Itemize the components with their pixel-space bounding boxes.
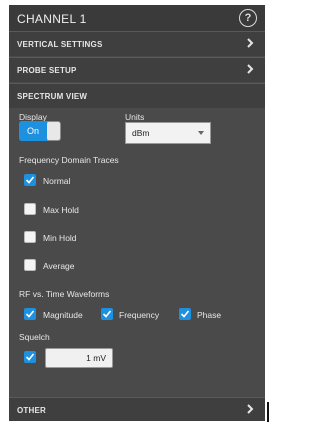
chevron-right-icon	[247, 38, 254, 48]
section-label: PROBE SETUP	[17, 66, 77, 75]
check-icon	[102, 310, 112, 318]
units-select[interactable]: dBm	[125, 122, 211, 144]
panel-title: CHANNEL 1	[17, 12, 87, 26]
frequency-label: Frequency	[119, 310, 160, 320]
check-icon	[25, 353, 35, 361]
average-checkbox[interactable]	[24, 259, 36, 271]
max-hold-checkbox[interactable]	[24, 203, 36, 215]
magnitude-label: Magnitude	[43, 310, 83, 320]
panel-title-bar: CHANNEL 1 ?	[9, 5, 265, 31]
toggle-knob	[47, 122, 60, 140]
text-cursor-bar	[267, 402, 269, 422]
phase-label: Phase	[197, 310, 222, 320]
normal-label: Normal	[43, 176, 71, 186]
frequency-domain-heading: Frequency Domain Traces	[19, 155, 119, 165]
section-spectrum-view[interactable]: SPECTRUM VIEW	[9, 83, 265, 108]
min-hold-checkbox[interactable]	[24, 231, 36, 243]
section-label: VERTICAL SETTINGS	[17, 40, 103, 49]
check-icon	[180, 310, 190, 318]
chevron-right-icon	[247, 404, 254, 414]
min-hold-label: Min Hold	[43, 233, 77, 243]
help-icon[interactable]: ?	[239, 9, 257, 27]
max-hold-label: Max Hold	[43, 205, 79, 215]
section-label: OTHER	[17, 406, 46, 415]
squelch-threshold-input[interactable]: 1 mV	[45, 348, 113, 368]
check-icon	[25, 176, 35, 184]
normal-checkbox[interactable]	[24, 174, 36, 186]
channel-settings-panel: CHANNEL 1 ? VERTICAL SETTINGS PROBE SETU…	[9, 5, 265, 421]
section-vertical-settings[interactable]: VERTICAL SETTINGS	[9, 31, 265, 56]
magnitude-checkbox[interactable]	[24, 308, 36, 320]
squelch-value: 1 mV	[86, 353, 106, 363]
chevron-down-icon	[198, 131, 204, 135]
display-toggle-state: On	[19, 121, 47, 141]
section-probe-setup[interactable]: PROBE SETUP	[9, 57, 265, 82]
squelch-checkbox[interactable]	[24, 351, 36, 363]
section-other[interactable]: OTHER	[9, 397, 265, 421]
average-label: Average	[43, 261, 75, 271]
phase-checkbox[interactable]	[179, 308, 191, 320]
units-value: dBm	[132, 128, 150, 138]
squelch-label: Squelch	[19, 332, 50, 342]
units-label: Units	[125, 112, 145, 122]
check-icon	[25, 310, 35, 318]
chevron-right-icon	[247, 64, 254, 74]
rf-time-heading: RF vs. Time Waveforms	[19, 289, 110, 299]
section-label: SPECTRUM VIEW	[17, 92, 88, 101]
display-toggle[interactable]: On	[19, 121, 61, 141]
frequency-checkbox[interactable]	[101, 308, 113, 320]
